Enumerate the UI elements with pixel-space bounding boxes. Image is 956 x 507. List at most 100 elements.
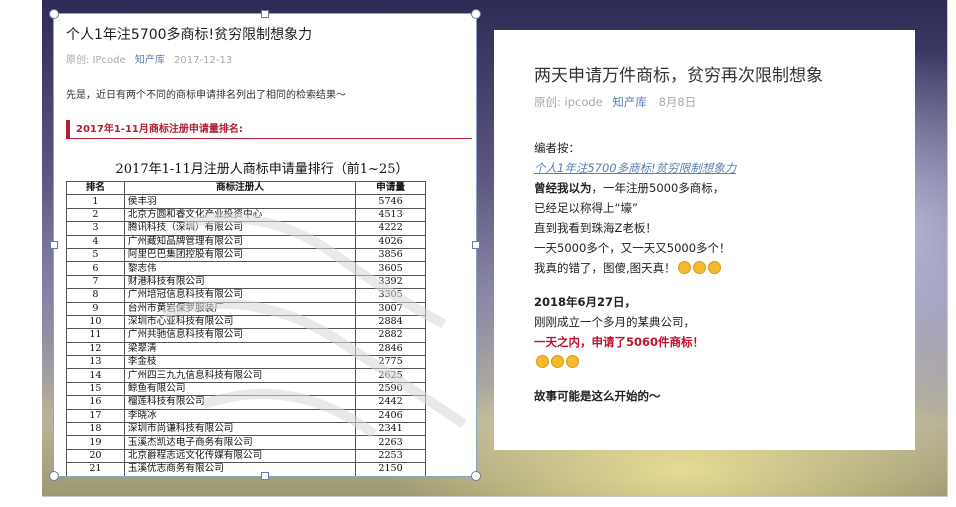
table-row: 2 北京方圆和睿文化产业投资中心 4513	[66, 207, 426, 223]
count-cell: 3856	[355, 247, 426, 263]
body-line-2: 已经足以称得上“壕”	[534, 201, 638, 215]
left-meta-publisher: 知产库	[134, 55, 165, 66]
count-cell: 2263	[355, 435, 426, 450]
ranking-col-header: 商标注册人	[123, 180, 357, 196]
left-article-intro: 先是，近日有两个不同的商标申请排名列出了相同的检索结果～	[66, 90, 346, 101]
table-row: 7 财港科技有限公司 3392	[66, 274, 426, 290]
rank-cell: 10	[66, 314, 125, 330]
sweat-smile-emoji-icon	[692, 261, 706, 274]
count-cell: 2882	[355, 328, 426, 343]
table-row: 19 玉溪杰凯达电子商务有限公司 2263	[66, 435, 426, 450]
table-row: 20 北京爵程志远文化传媒有限公司 2253	[66, 448, 426, 464]
body-line-5: 我真的错了，图傻,图天真！	[534, 258, 904, 278]
rank-cell: 4	[66, 234, 125, 249]
rank-cell: 9	[66, 301, 125, 316]
sweat-smile-emoji-icon	[677, 261, 691, 274]
rank-cell: 21	[66, 462, 125, 476]
right-meta-publisher: 知产库	[612, 95, 647, 109]
registrant-cell: 广州共驰信息科技有限公司	[123, 328, 357, 343]
right-meta-date: 8月8日	[658, 95, 697, 109]
left-meta-author: IPcode	[92, 55, 126, 66]
table-row: 9 台州市黄岩保罗服装厂 3007	[66, 301, 426, 316]
selected-image-left-article[interactable]: 个人1年注5700多商标!贫穷限制想象力 原创: IPcode 知产库 2017…	[53, 13, 477, 477]
registrant-cell: 广州藏知品牌管理有限公司	[123, 234, 357, 249]
table-row: 18 深圳市尚谦科技有限公司 2341	[66, 422, 426, 437]
right-meta-author: ipcode	[564, 95, 603, 109]
resize-handle-bottom[interactable]	[261, 472, 269, 480]
rank-cell: 16	[66, 395, 125, 410]
ranking-col-header: 排名	[66, 180, 125, 196]
table-row: 21 玉溪优志商务有限公司 2150	[66, 462, 426, 476]
rank-cell: 2	[66, 207, 125, 223]
table-row: 6 黎志伟 3605	[66, 261, 426, 276]
rank-cell: 11	[66, 328, 125, 343]
rank-cell: 17	[66, 408, 125, 424]
count-cell: 3305	[355, 288, 426, 303]
table-row: 14 广州四三九九信息科技有限公司 2625	[66, 368, 426, 383]
closing-line: 故事可能是这么开始的～	[534, 389, 661, 403]
registrant-cell: 深圳市尚谦科技有限公司	[123, 422, 357, 437]
resize-handle-top-right[interactable]	[471, 9, 481, 19]
count-cell: 2846	[355, 341, 426, 357]
date-heading: 2018年6月27日，	[534, 295, 637, 309]
count-cell: 5746	[355, 194, 426, 209]
rank-cell: 19	[66, 435, 125, 450]
body-line-4: 一天5000多个，又一天又5000多个！	[534, 241, 731, 255]
resize-handle-top-left[interactable]	[49, 9, 59, 19]
body-line-1: 曾经我以为，一年注册5000多商标，	[534, 178, 904, 198]
table-row: 1 侯丰羽 5746	[66, 194, 426, 209]
count-cell: 2341	[355, 422, 426, 437]
count-cell: 3392	[355, 274, 426, 290]
resize-handle-right[interactable]	[472, 241, 480, 249]
rank-cell: 3	[66, 221, 125, 236]
registrant-cell: 广州四三九九信息科技有限公司	[123, 368, 357, 383]
resize-handle-bottom-left[interactable]	[49, 471, 59, 481]
scream-emoji-icon	[536, 355, 549, 368]
registrant-cell: 财港科技有限公司	[123, 274, 357, 290]
registrant-cell: 榴莲科技有限公司	[123, 395, 357, 410]
count-cell: 3605	[355, 261, 426, 276]
rank-cell: 14	[66, 368, 125, 383]
table-row: 11 广州共驰信息科技有限公司 2882	[66, 328, 426, 343]
count-cell: 2406	[355, 408, 426, 424]
rank-cell: 20	[66, 448, 125, 464]
editor-note: 编者按：	[534, 141, 580, 155]
count-cell: 4026	[355, 234, 426, 249]
rank-cell: 12	[66, 341, 125, 357]
count-cell: 4513	[355, 207, 426, 223]
registrant-cell: 腾讯科技（深圳）有限公司	[123, 221, 357, 236]
image-right-article[interactable]: 两天申请万件商标，贫穷再次限制想象 原创: ipcode 知产库 8月8日 编者…	[494, 30, 915, 450]
rank-cell: 6	[66, 261, 125, 276]
registrant-cell: 李晓冰	[123, 408, 357, 424]
resize-handle-top[interactable]	[261, 10, 269, 18]
table-row: 17 李晓冰 2406	[66, 408, 426, 424]
resize-handle-bottom-right[interactable]	[471, 471, 481, 481]
left-section-heading: 2017年1-11月商标注册申请量排名:	[66, 120, 472, 139]
registrant-cell: 黎志伟	[123, 261, 357, 276]
registrant-cell: 玉溪优志商务有限公司	[123, 462, 357, 476]
table-row: 4 广州藏知品牌管理有限公司 4026	[66, 234, 426, 249]
left-meta-source-label: 原创:	[66, 55, 90, 66]
count-cell: 2590	[355, 381, 426, 397]
scream-emoji-row	[534, 352, 904, 372]
body-line-6: 刚刚成立一个多月的某典公司，	[534, 315, 695, 329]
table-row: 8 广州培冠信息科技有限公司 3305	[66, 288, 426, 303]
ranking-table-body: 1 侯丰羽 5746 2 北京方圆和睿文化产业投资中心 4513 3 腾讯科技（深圳）有限公司…	[66, 194, 426, 476]
count-cell: 2150	[355, 462, 426, 476]
registrant-cell: 侯丰羽	[123, 194, 357, 209]
right-article-meta: 原创: ipcode 知产库 8月8日	[534, 94, 696, 110]
count-cell: 2442	[355, 395, 426, 410]
ranking-table-title: 2017年1-11月注册人商标申请量排行（前1~25）	[115, 162, 409, 177]
left-article-title: 个人1年注5700多商标!贫穷限制想象力	[66, 27, 313, 43]
table-row: 10 深圳市心亚科技有限公司 2884	[66, 314, 426, 330]
table-row: 5 阿里巴巴集团控股有限公司 3856	[66, 247, 426, 263]
count-cell: 2775	[355, 355, 426, 370]
right-meta-source-label: 原创:	[534, 95, 561, 109]
related-article-link[interactable]: 个人1年注5700多商标!贫穷限制想象力	[534, 161, 736, 175]
count-cell: 2625	[355, 368, 426, 383]
resize-handle-left[interactable]	[50, 241, 58, 249]
count-cell: 2253	[355, 448, 426, 464]
ranking-table-header-row: 排名 商标注册人 申请量	[66, 180, 426, 196]
table-row: 15 鲸鱼有限公司 2590	[66, 381, 426, 397]
count-cell: 4222	[355, 221, 426, 236]
